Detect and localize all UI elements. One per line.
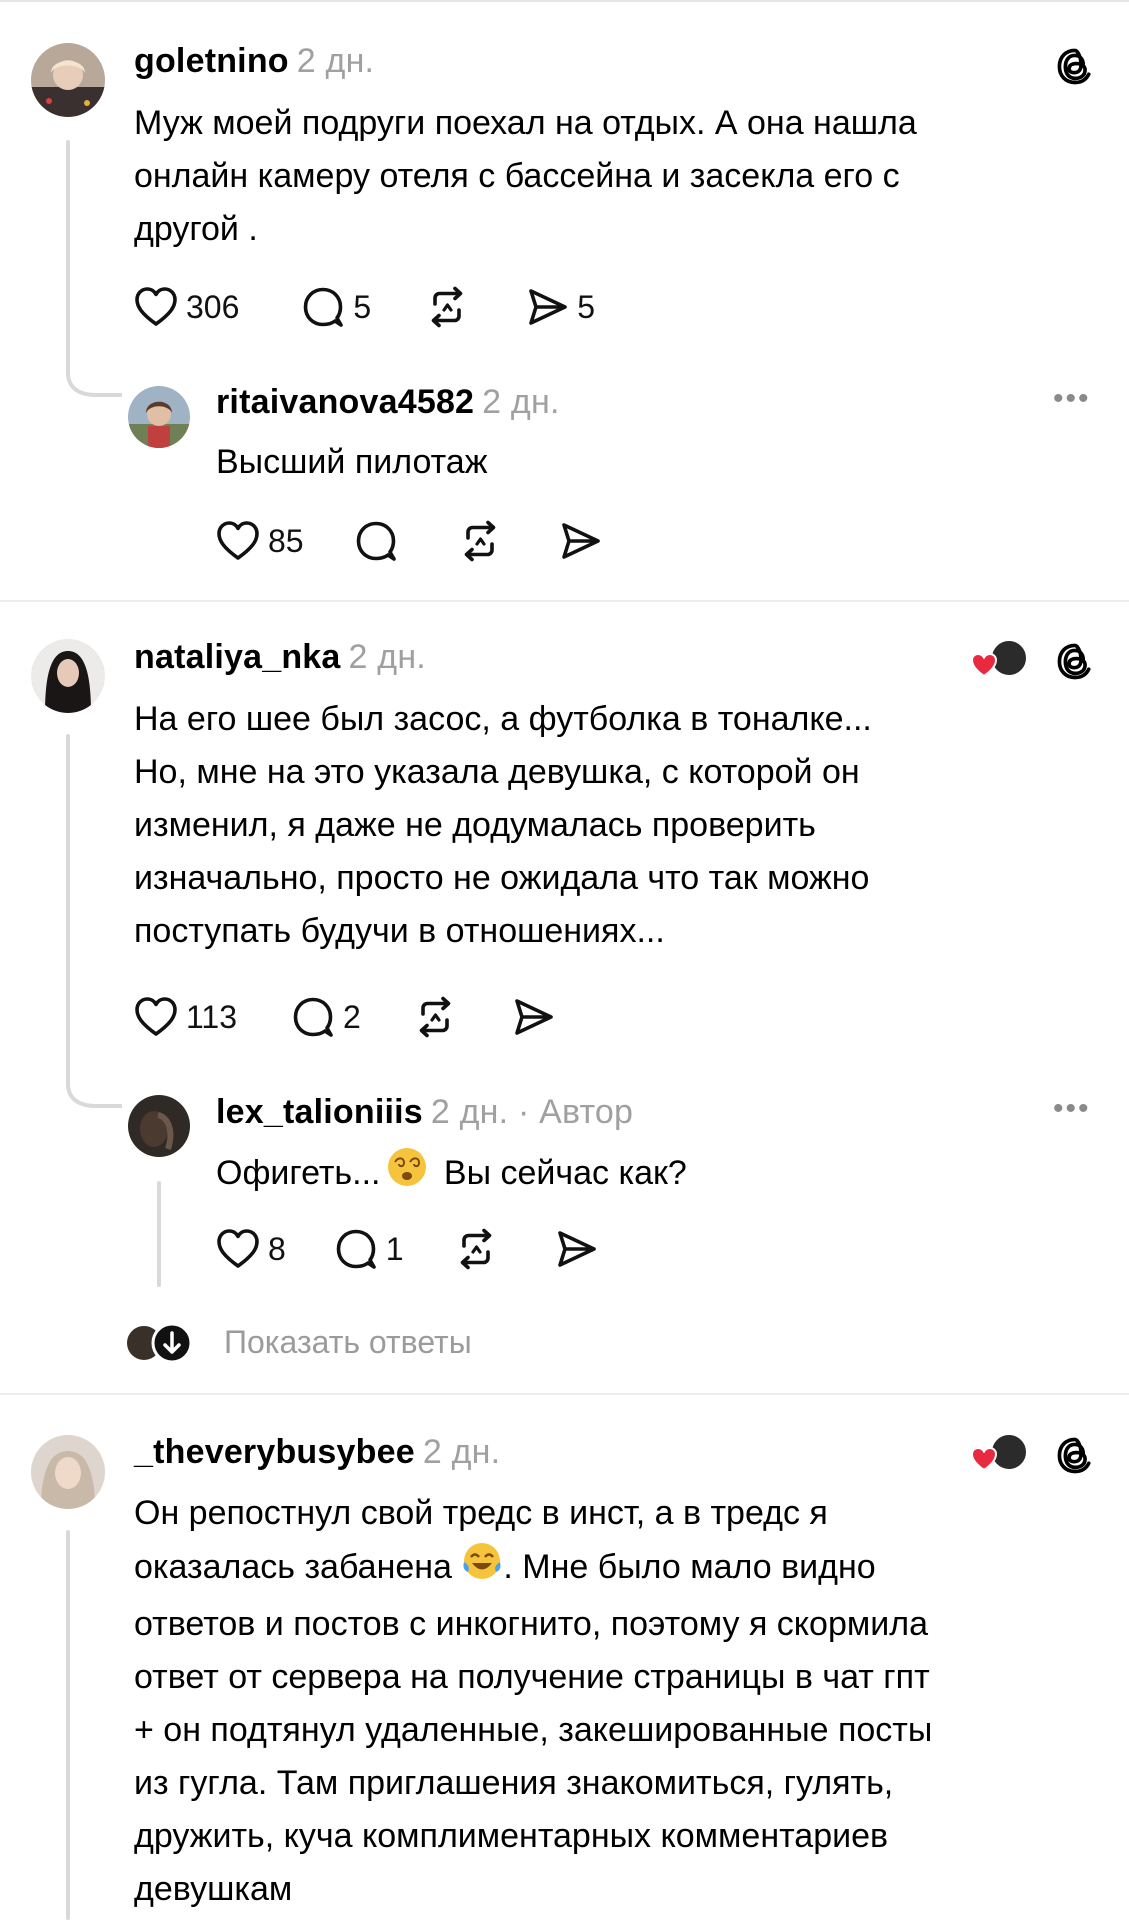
thread-line [66,140,70,360]
thread-line [157,1181,161,1287]
reply-avatar[interactable] [128,1095,190,1157]
username[interactable]: nataliya_nka 2 дн. [134,638,426,677]
like-button[interactable]: 8 [214,1225,286,1273]
reply-button[interactable]: 2 [289,993,361,1041]
repost-icon [423,283,471,331]
heart-icon [132,993,180,1041]
heart-icon [214,517,262,565]
reply-count: 1 [385,1230,404,1267]
post-text: Он репостнул свой тредс в инст, а в тред… [134,1494,933,1908]
show-replies-link[interactable]: Показать ответы [224,1324,472,1361]
heart-icon [214,1225,262,1273]
threads-logo-icon[interactable] [1053,1433,1097,1477]
post-text: На его шее был засос, а футболка в тонал… [134,700,872,950]
like-button[interactable]: 85 [214,517,304,565]
thread-curve [66,1066,122,1108]
more-icon[interactable]: ••• [1053,382,1091,416]
reply-button[interactable]: 1 [332,1225,404,1273]
repost-button[interactable] [452,1225,500,1273]
tears-of-joy-emoji-icon [461,1540,503,1598]
avatar[interactable] [31,1435,105,1509]
repost-button[interactable] [411,993,459,1041]
reply-username[interactable]: lex_talioniiis 2 дн. · Автор [216,1093,633,1132]
share-count: 5 [577,288,595,325]
post-time: 2 дн. [296,42,375,80]
like-count: 306 [186,288,240,325]
like-button[interactable]: 306 [132,283,239,331]
post-divider [0,1393,1129,1395]
reply-text: Офигеть... Вы сейчас как? [216,1146,687,1204]
reply-time: 2 дн. [482,383,560,421]
repost-button[interactable] [423,283,471,331]
thread-line [66,1530,70,1920]
thread-line [66,734,70,1074]
post-divider [0,600,1129,602]
top-divider [0,0,1129,2]
share-icon [523,283,571,331]
reply-button[interactable]: 5 [299,283,371,331]
reply-avatar[interactable] [128,386,190,448]
threads-logo-icon[interactable] [1053,44,1097,88]
comment-icon [299,283,347,331]
heart-icon [132,283,180,331]
like-count: 113 [186,998,238,1035]
like-button[interactable]: 113 [132,993,237,1041]
username[interactable]: _theverybusybee 2 дн. [134,1433,500,1472]
reply-actions: 85 [214,516,604,566]
comment-icon [332,1225,380,1273]
like-count: 85 [268,522,304,559]
like-count: 8 [268,1230,286,1267]
share-button[interactable] [556,517,604,565]
share-icon [556,517,604,565]
author-label: · Автор [517,1093,634,1131]
reply-time: 2 дн. [430,1093,509,1131]
share-button[interactable]: 5 [523,283,595,331]
share-icon [552,1225,600,1273]
more-icon[interactable]: ••• [1053,1092,1091,1126]
post-time: 2 дн. [422,1433,501,1471]
reply-count: 2 [343,998,361,1035]
share-button[interactable] [552,1225,600,1273]
username[interactable]: goletnino 2 дн. [134,42,374,81]
avatar[interactable] [31,43,105,117]
liked-by-avatars[interactable] [970,638,1030,687]
post-actions: 306 5 5 [132,282,595,332]
share-button[interactable] [509,993,557,1041]
dizzy-face-emoji-icon [386,1146,428,1204]
reply-actions: 8 1 [214,1224,600,1274]
thread-curve [66,355,122,397]
liked-by-avatars[interactable] [970,1432,1030,1481]
repost-icon [456,517,504,565]
comment-icon [352,517,400,565]
reply-button[interactable] [352,517,400,565]
show-replies-avatars [124,1322,200,1372]
post-text: Муж моей подруги поехал на отдых. А она … [134,104,917,248]
comment-icon [289,993,337,1041]
repost-icon [411,993,459,1041]
repost-icon [452,1225,500,1273]
threads-logo-icon[interactable] [1053,639,1097,683]
reply-count: 5 [353,288,372,325]
reply-text: Высший пилотаж [216,443,488,481]
reply-username[interactable]: ritaivanova4582 2 дн. [216,383,560,422]
post-actions: 113 2 [132,992,557,1042]
repost-button[interactable] [456,517,504,565]
share-icon [509,993,557,1041]
post-time: 2 дн. [348,638,426,676]
avatar[interactable] [31,639,105,713]
